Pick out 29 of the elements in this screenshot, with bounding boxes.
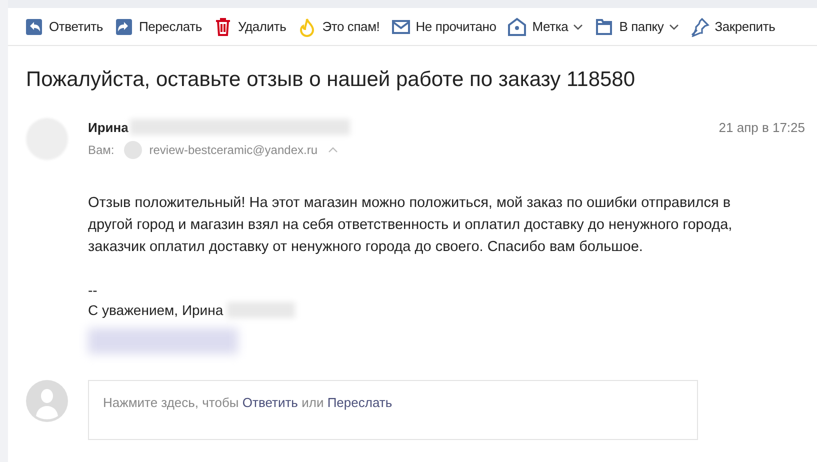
toolbar-button[interactable]: Не прочитано	[390, 16, 496, 36]
chevron-down-icon	[573, 24, 584, 30]
email-date: 21 апр в 17:25	[718, 118, 805, 137]
toolbar-button[interactable]: Переслать	[114, 16, 202, 36]
or-text: или	[302, 394, 324, 410]
reply-prompt: Нажмите здесь, чтобы	[103, 394, 239, 410]
toolbar-button[interactable]: Ответить	[24, 16, 103, 36]
recipient-avatar	[124, 141, 142, 159]
toolbar-button[interactable]: В папку	[594, 16, 679, 36]
toolbar-button[interactable]: Метка	[507, 16, 584, 36]
toolbar-button[interactable]: Закрепить	[690, 16, 776, 36]
chevron-up-icon[interactable]	[328, 147, 338, 153]
recipient-label: Вам:	[88, 142, 114, 159]
reply-box[interactable]: Нажмите здесь, чтобы Ответить или Переслать	[88, 380, 698, 440]
user-avatar-icon	[26, 380, 68, 422]
signature-separator: --	[88, 280, 98, 300]
email-body: Отзыв положительный! На этот магазин можно положиться, мой заказ по ошибки отправился в другой город и магазин взял на себя ответственность и оплатил доставку до ненужного города, заказчик оплатил доставку от ненужного города до своего. Спасибо вам большое.	[88, 194, 734, 256]
sender-name: Ирина	[88, 118, 128, 137]
email-subject: Пожалуйста, оставьте отзыв о нашей работе по заказу 118580	[25, 67, 636, 93]
reply-icon	[24, 16, 44, 36]
reply-link[interactable]: Ответить	[242, 394, 298, 410]
recipient-email[interactable]: review-bestceramic@yandex.ru	[149, 141, 318, 159]
chevron-down-icon	[668, 24, 679, 30]
toolbar-button[interactable]: Это спам!	[297, 16, 380, 36]
folder-icon	[594, 16, 614, 36]
toolbar-button[interactable]: Удалить	[212, 16, 286, 36]
forward-icon	[114, 16, 134, 36]
forward-link[interactable]: Переслать	[327, 394, 392, 410]
signature: С уважением, Ирина	[88, 300, 224, 320]
